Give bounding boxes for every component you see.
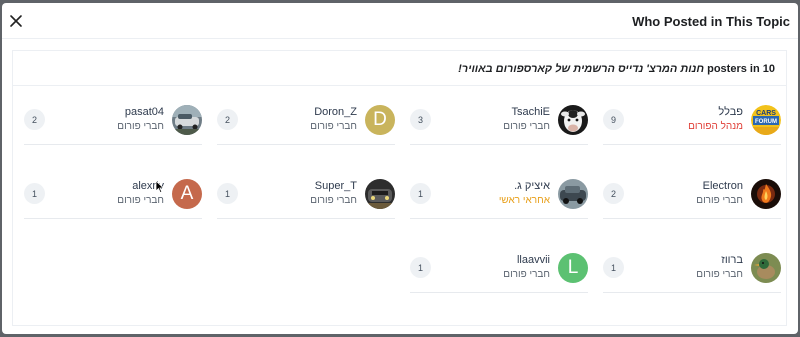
letter-avatar[interactable]: L	[558, 253, 588, 283]
poster-item: CARS FORUM פבלל מנהל הפורום 9	[603, 99, 781, 145]
poster-item: איציק ג. אחראי ראשי 1	[410, 173, 588, 219]
post-count-badge[interactable]: 1	[24, 183, 45, 204]
poster-item: TsachiE חברי פורום 3	[410, 99, 588, 145]
post-count-badge[interactable]: 1	[603, 257, 624, 278]
cow-avatar-icon[interactable]	[558, 105, 588, 135]
poster-name[interactable]: איציק ג.	[514, 180, 550, 192]
svg-text:CARS: CARS	[756, 110, 776, 117]
poster-role: חברי פורום	[117, 195, 164, 206]
post-count-badge[interactable]: 1	[410, 257, 431, 278]
poster-role: חברי פורום	[117, 121, 164, 132]
car-front-avatar-icon[interactable]	[365, 179, 395, 209]
post-count-badge[interactable]: 2	[24, 109, 45, 130]
poster-name[interactable]: Electron	[703, 180, 743, 192]
close-icon[interactable]	[8, 13, 24, 29]
poster-role: חברי פורום	[310, 121, 357, 132]
car-photo-avatar-icon[interactable]	[172, 105, 202, 135]
poster-role: מנהל הפורום	[688, 121, 743, 132]
poster-item: Super_T חברי פורום 1	[217, 173, 395, 219]
poster-item: A alexriv חברי פורום 1	[24, 173, 202, 219]
post-count-badge[interactable]: 2	[217, 109, 238, 130]
post-count-badge[interactable]: 9	[603, 109, 624, 130]
duck-avatar-icon[interactable]	[751, 253, 781, 283]
poster-name[interactable]: pasat04	[125, 106, 164, 118]
poster-name[interactable]: Doron_Z	[314, 106, 357, 118]
poster-name[interactable]: פבלל	[718, 106, 743, 118]
poster-item: Electron חברי פורום 2	[603, 173, 781, 219]
dialog-header: Who Posted in This Topic	[2, 3, 798, 39]
poster-role: חברי פורום	[696, 195, 743, 206]
post-count-badge[interactable]: 1	[410, 183, 431, 204]
poster-item: D Doron_Z חברי פורום 2	[217, 99, 395, 145]
poster-role: חברי פורום	[310, 195, 357, 206]
dark-car-avatar-icon[interactable]	[558, 179, 588, 209]
posters-panel: 10 posters in חנות המרצ' נדייס הרשמית של…	[12, 50, 787, 326]
poster-role: חברי פורום	[696, 269, 743, 280]
posters-summary: 10 posters in חנות המרצ' נדייס הרשמית של…	[458, 63, 775, 75]
letter-avatar[interactable]: D	[365, 105, 395, 135]
svg-text:FORUM: FORUM	[755, 119, 777, 125]
topic-title[interactable]: חנות המרצ' נדייס הרשמית של קארספורום באו…	[458, 63, 704, 75]
divider	[13, 85, 786, 86]
cars-forum-avatar-icon[interactable]: CARS FORUM	[751, 105, 781, 135]
poster-item: pasat04 חברי פורום 2	[24, 99, 202, 145]
poster-item: L llaavvii חברי פורום 1	[410, 247, 588, 293]
post-count-badge[interactable]: 2	[603, 183, 624, 204]
poster-name[interactable]: ברווז	[721, 254, 743, 266]
letter-avatar[interactable]: A	[172, 179, 202, 209]
post-count-badge[interactable]: 1	[217, 183, 238, 204]
poster-role: אחראי ראשי	[498, 195, 550, 206]
fire-avatar-icon[interactable]	[751, 179, 781, 209]
poster-name[interactable]: TsachiE	[511, 106, 550, 118]
mouse-cursor-icon	[155, 180, 165, 194]
poster-item: ברווז חברי פורום 1	[603, 247, 781, 293]
who-posted-dialog: Who Posted in This Topic 10 posters in ח…	[2, 3, 798, 334]
dialog-title: Who Posted in This Topic	[632, 14, 790, 29]
poster-role: חברי פורום	[503, 121, 550, 132]
poster-name[interactable]: Super_T	[315, 180, 357, 192]
poster-role: חברי פורום	[503, 269, 550, 280]
poster-name[interactable]: llaavvii	[517, 254, 550, 266]
post-count-badge[interactable]: 3	[410, 109, 431, 130]
posters-count-text: 10 posters in	[707, 63, 775, 75]
